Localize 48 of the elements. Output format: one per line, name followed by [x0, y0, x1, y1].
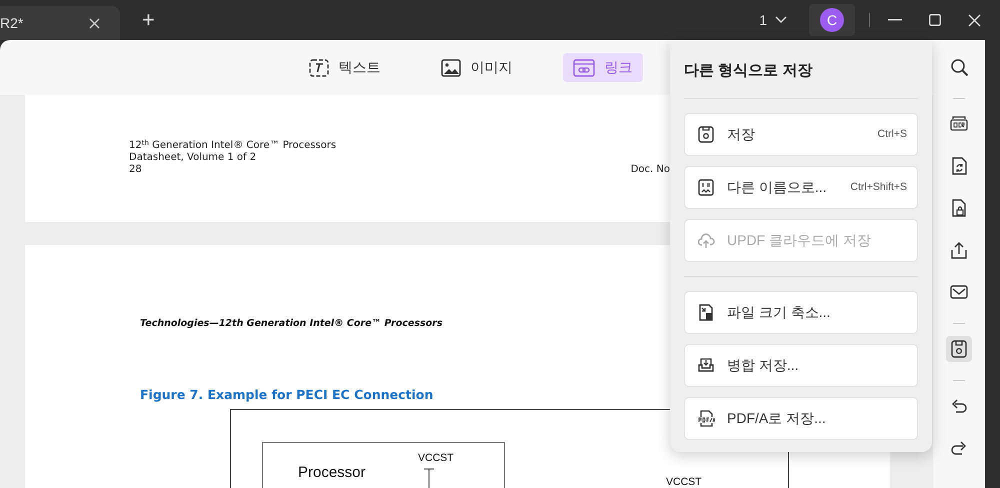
- floppy-icon: [698, 126, 715, 143]
- toolbar-button[interactable]: 텍스트: [298, 53, 390, 82]
- redo-icon: [950, 439, 968, 457]
- menu-item[interactable]: 병합 저장...: [684, 344, 918, 387]
- maximize-icon[interactable]: [929, 14, 941, 26]
- link-tool-icon: [572, 58, 594, 76]
- diagram-label: Processor: [298, 464, 366, 481]
- ocr-icon: [950, 115, 968, 133]
- share-icon: [950, 241, 968, 259]
- avatar[interactable]: C: [820, 8, 844, 32]
- search-icon: [950, 58, 968, 76]
- lock-file-icon: [950, 199, 968, 217]
- close-icon[interactable]: [968, 14, 981, 26]
- text-tool-icon: [308, 58, 328, 76]
- menu-item[interactable]: 저장 Ctrl+S: [684, 113, 918, 156]
- header-line: Datasheet, Volume 1 of 2: [129, 152, 256, 164]
- diagram-label: VCCST: [418, 452, 454, 464]
- sidebar-button[interactable]: [946, 336, 972, 362]
- header-line: 12$^{th}$ Generation Intel® Core™ Processors: [129, 140, 336, 152]
- close-icon[interactable]: [89, 18, 100, 28]
- image-tool-icon: [440, 58, 460, 76]
- menu-item[interactable]: PDF/A로 저장...: [684, 397, 918, 440]
- new-tab-button[interactable]: +: [142, 9, 155, 31]
- tray-download-icon: [698, 357, 715, 374]
- pdf-file-icon: [698, 410, 715, 427]
- diagram-label: VCCST: [666, 476, 702, 488]
- compress-icon: [698, 304, 715, 321]
- resistor-symbol: [422, 468, 434, 488]
- page-dropdown[interactable]: 1: [759, 10, 787, 30]
- shortcut-label: Ctrl+S: [878, 126, 907, 142]
- doc-number: Doc. No: [630, 164, 670, 176]
- shortcut-label: Ctrl+Shift+S: [850, 180, 907, 195]
- document-icon: [698, 179, 715, 196]
- header-line: 28: [129, 164, 142, 176]
- panel-title: 다른 형식으로 저장: [684, 61, 812, 81]
- document-tab[interactable]: R2*: [0, 6, 120, 40]
- convert-file-icon: [950, 157, 968, 175]
- menu-item[interactable]: 다른 이름으로... Ctrl+Shift+S: [684, 166, 918, 209]
- page-header: Technologies—12th Generation Intel® Core™ Processors: [140, 317, 443, 331]
- menu-item[interactable]: 파일 크기 축소...: [684, 291, 918, 334]
- undo-icon: [950, 397, 968, 415]
- mail-icon: [950, 283, 968, 301]
- cloud-upload-icon: [698, 232, 715, 249]
- minimize-icon[interactable]: [888, 19, 902, 21]
- floppy-icon: [950, 340, 968, 358]
- figure-title: Figure 7. Example for PECI EC Connection: [140, 386, 434, 404]
- chevron-down-icon: [775, 16, 787, 24]
- toolbar-button[interactable]: 이미지: [430, 53, 522, 82]
